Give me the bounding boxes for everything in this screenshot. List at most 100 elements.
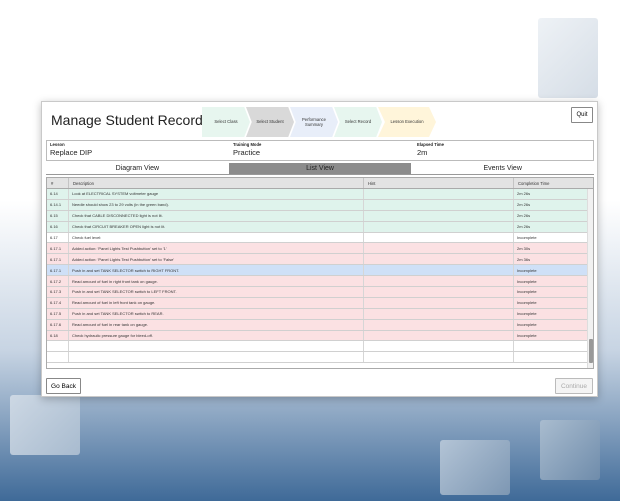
table-row[interactable]: 6.17.5 Push in and set TANK SELECTOR swi… <box>47 308 589 320</box>
steps-table: # Description Hint Completion Time 6.14 L… <box>46 177 594 369</box>
table-row[interactable] <box>47 352 589 364</box>
table-row[interactable]: 6.17.2 Read amount of fuel in right fron… <box>47 276 589 288</box>
row-completion-time: Incomplete <box>517 300 537 306</box>
table-row[interactable]: 6.17.1 Added action: 'Panel Lights Test … <box>47 243 589 255</box>
step-label: Performance Summary <box>302 116 326 127</box>
lesson-info-panel: Lesson Replace DIP Training Mode Practic… <box>46 140 594 161</box>
row-hint <box>364 276 514 287</box>
row-hint <box>364 319 514 330</box>
training-mode-value: Practice <box>233 148 261 157</box>
scrollbar-thumb[interactable] <box>589 339 593 363</box>
row-hint <box>364 330 514 341</box>
view-tabs: Diagram View List View Events View <box>46 163 594 175</box>
row-description: Read amount of fuel in rear tank on gaug… <box>69 319 364 330</box>
table-row[interactable]: 6.14.1 Needle should show 23 to 29 volts… <box>47 199 589 211</box>
continue-button[interactable]: Continue <box>555 378 593 394</box>
step-label: Select Class <box>214 119 238 125</box>
row-number: 6.17.6 <box>47 319 69 330</box>
table-header: # Description Hint Completion Time <box>47 178 593 189</box>
row-description: Read amount of fuel in right front tank … <box>69 276 364 287</box>
vertical-scrollbar[interactable] <box>587 189 593 368</box>
go-back-button[interactable]: Go Back <box>46 378 81 394</box>
row-description: Check fuel level: <box>69 232 364 243</box>
row-description: Look at ELECTRICAL SYSTEM voltmeter gaug… <box>69 189 364 199</box>
row-completion-time: Incomplete <box>517 311 537 317</box>
elapsed-time-value: 2m <box>417 148 428 157</box>
training-mode-label: Training Mode <box>233 142 262 147</box>
row-hint <box>364 297 514 308</box>
row-completion-time: 2m 26s <box>517 191 531 197</box>
row-completion-time <box>514 341 589 351</box>
table-row[interactable]: 6.17.6 Read amount of fuel in rear tank … <box>47 319 589 331</box>
row-completion-time: Incomplete <box>517 289 537 295</box>
row-completion-time: Incomplete <box>517 235 537 240</box>
row-number: 6.14.1 <box>47 199 69 210</box>
row-hint <box>364 254 514 265</box>
quit-button[interactable]: Quit <box>571 107 593 123</box>
table-row[interactable]: 6.16 Check that CIRCUIT BREAKER OPEN ligh… <box>47 221 589 233</box>
row-number: 6.16 <box>47 221 69 232</box>
row-number <box>47 341 69 352</box>
row-description: Needle should show 23 to 29 volts (in th… <box>69 199 364 210</box>
row-number: 6.17.1 <box>47 265 69 276</box>
step-select-student[interactable]: Select Student <box>246 107 294 137</box>
row-hint <box>364 189 514 199</box>
tab-list-view[interactable]: List View <box>228 163 412 174</box>
row-completion-time <box>514 352 589 362</box>
background-cube <box>538 18 598 98</box>
row-number: 6.17.3 <box>47 287 69 297</box>
row-completion-time: Incomplete <box>517 278 537 284</box>
table-row[interactable]: 6.15 Check that CABLE DISCONNECTED light … <box>47 210 589 222</box>
row-description: Push in and set TANK SELECTOR switch to … <box>69 287 364 297</box>
table-row[interactable]: 6.17.3 Push in and set TANK SELECTOR swi… <box>47 287 589 298</box>
lesson-value: Replace DIP <box>50 148 93 157</box>
row-completion-time: Incomplete <box>517 333 537 339</box>
row-hint <box>364 265 514 276</box>
row-description: Added action: 'Panel Lights Test Pushbut… <box>69 254 364 265</box>
column-header-number[interactable]: # <box>47 178 69 188</box>
step-label: Lesson Execution <box>390 119 424 125</box>
row-description <box>69 352 364 363</box>
step-select-class[interactable]: Select Class <box>202 107 250 137</box>
table-row[interactable]: 6.17.4 Read amount of fuel in left front… <box>47 297 589 309</box>
row-number: 6.17.5 <box>47 308 69 319</box>
row-number <box>47 352 69 363</box>
step-select-record[interactable]: Select Record <box>334 107 382 137</box>
column-header-hint[interactable]: Hint <box>364 178 514 188</box>
row-number: 6.17.4 <box>47 297 69 308</box>
background-cube <box>440 440 510 495</box>
row-number: 6.18 <box>47 330 69 341</box>
table-row[interactable]: 6.17.1 Push in and set TANK SELECTOR swi… <box>47 265 589 277</box>
table-row[interactable] <box>47 341 589 353</box>
table-row[interactable]: 6.14 Look at ELECTRICAL SYSTEM voltmeter … <box>47 189 589 200</box>
tab-events-view[interactable]: Events View <box>411 163 594 174</box>
row-completion-time: 2m 26s <box>517 202 531 208</box>
row-number: 6.17 <box>47 232 69 243</box>
row-number: 6.15 <box>47 210 69 221</box>
row-description: Check hydraulic pressure gauge for bleed… <box>69 330 364 341</box>
row-completion-time: 2m 26s <box>517 213 531 219</box>
elapsed-time-field: Elapsed Time 2m <box>417 142 444 157</box>
step-label: Select Record <box>344 119 372 125</box>
tab-diagram-view[interactable]: Diagram View <box>46 163 229 174</box>
table-row[interactable]: 6.18 Check hydraulic pressure gauge for b… <box>47 330 589 342</box>
column-header-completion-time[interactable]: Completion Time <box>514 178 593 188</box>
step-lesson-execution[interactable]: Lesson Execution <box>378 107 436 137</box>
row-description: Push in and set TANK SELECTOR switch to … <box>69 308 364 319</box>
background-cube <box>10 395 80 455</box>
column-header-description[interactable]: Description <box>69 178 364 188</box>
row-completion-time: Incomplete <box>517 267 537 273</box>
row-number: 6.17.1 <box>47 243 69 254</box>
step-performance-summary[interactable]: Performance Summary <box>290 107 338 137</box>
table-row[interactable]: 6.17.1 Added action: 'Panel Lights Test … <box>47 254 589 266</box>
row-description: Check that CABLE DISCONNECTED light is n… <box>69 210 364 221</box>
table-row[interactable]: 6.17 Check fuel level: Incomplete <box>47 232 589 244</box>
row-completion-time: 2m 36s <box>517 256 531 262</box>
row-hint <box>364 232 514 243</box>
row-completion-time: 2m 30s <box>517 245 531 251</box>
row-hint <box>364 221 514 232</box>
lesson-label: Lesson <box>50 142 65 147</box>
row-description <box>69 341 364 352</box>
row-hint <box>364 352 514 363</box>
row-hint <box>364 287 514 297</box>
